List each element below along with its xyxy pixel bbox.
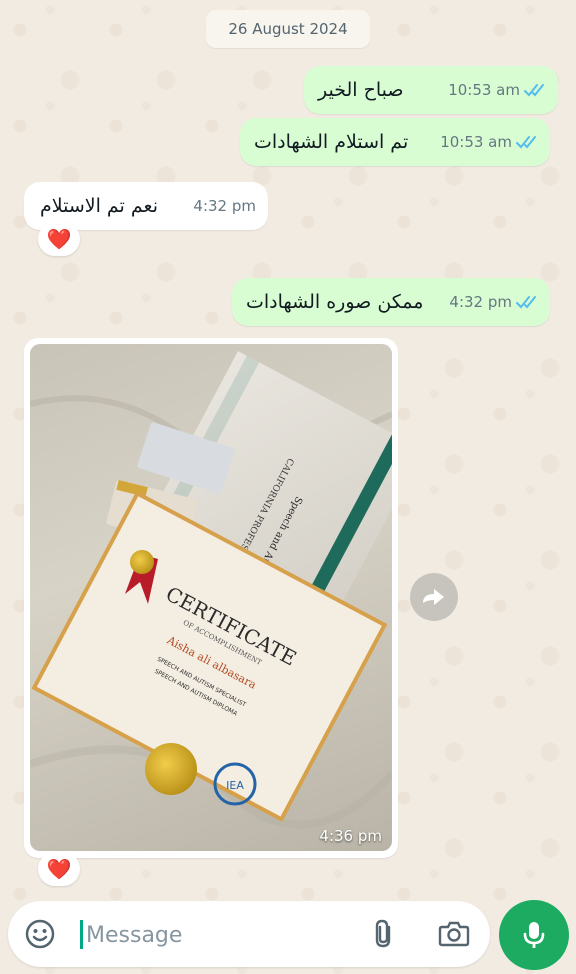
reaction-badge[interactable]: ❤️ [38,222,80,256]
heart-icon: ❤️ [46,857,72,881]
double-check-icon [524,84,544,97]
message-text: ممكن صوره الشهادات [246,291,424,313]
stamp-text: IEA [226,779,244,792]
message-time: 10:53 am [448,81,520,99]
message-meta: 4:32 pm [449,293,540,311]
message-input[interactable] [84,915,348,955]
forward-icon [423,589,444,605]
double-check-icon [516,296,536,309]
date-divider-label: 26 August 2024 [228,20,348,38]
image-message[interactable]: CALIFORNIA PROFESSIONAL UNIVERSITY Speec… [24,338,398,858]
photo-illustration: CALIFORNIA PROFESSIONAL UNIVERSITY Speec… [30,351,392,829]
certificate-photo[interactable]: CALIFORNIA PROFESSIONAL UNIVERSITY Speec… [30,344,392,851]
message-meta: 10:53 am [440,133,540,151]
message-bubble-outgoing[interactable]: 4:32 pm ممكن صوره الشهادات [232,278,550,326]
message-text: تم استلام الشهادات [254,131,409,153]
chat-background: 26 August 2024 10:53 am صباح الخير 10:53… [0,0,576,974]
microphone-icon [523,922,545,948]
message-meta: 10:53 am [448,81,548,99]
message-bubble-outgoing[interactable]: 10:53 am صباح الخير [304,66,558,114]
paperclip-icon[interactable] [370,918,398,950]
double-check-icon [516,136,536,149]
message-meta: 4:32 pm [193,197,256,215]
heart-icon: ❤️ [46,227,72,251]
message-time: 10:53 am [440,133,512,151]
message-bubble-outgoing[interactable]: 10:53 am تم استلام الشهادات [240,118,550,166]
text-cursor [80,920,83,949]
mic-button[interactable] [499,900,569,970]
message-text: نعم تم الاستلام [40,195,158,217]
message-composer [8,901,490,967]
message-time: 4:32 pm [449,293,512,311]
message-time: 4:32 pm [193,197,256,215]
gold-seal [145,743,197,795]
message-text: صباح الخير [318,79,404,101]
camera-icon[interactable] [438,919,470,949]
message-time: 4:36 pm [319,827,382,845]
forward-button[interactable] [410,573,458,621]
emoji-icon[interactable] [24,918,56,950]
date-divider: 26 August 2024 [206,10,370,48]
reaction-badge[interactable]: ❤️ [38,852,80,886]
